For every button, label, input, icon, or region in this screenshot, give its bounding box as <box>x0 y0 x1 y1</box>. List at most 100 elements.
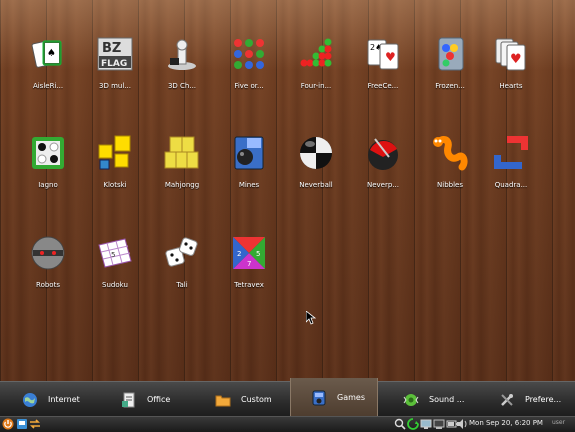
aisleriot-cards-icon: ♠ <box>30 36 66 72</box>
robots-icon <box>30 235 66 271</box>
app-bzflag[interactable]: BZ FLAG 3D mul... <box>81 36 149 102</box>
svg-text:♥: ♥ <box>510 52 522 67</box>
games-icon <box>312 390 326 405</box>
app-label: Four-in... <box>300 82 332 90</box>
file-manager-icon[interactable] <box>16 418 28 430</box>
app-hearts[interactable]: ♥ Hearts <box>477 36 545 102</box>
display-icon[interactable] <box>433 418 445 430</box>
app-label: Five or... <box>234 82 264 90</box>
tab-label: Custom <box>241 395 272 404</box>
app-label: Nibbles <box>437 181 463 189</box>
tab-label: Games <box>337 393 365 402</box>
tab-label: Office <box>147 395 171 404</box>
svg-text:7: 7 <box>247 260 251 268</box>
app-nibbles[interactable]: Nibbles <box>416 135 484 201</box>
neverputt-icon <box>365 135 401 171</box>
mouse-pointer-icon <box>306 311 316 325</box>
app-label: 3D mul... <box>99 82 131 90</box>
chess-piece-icon <box>164 36 200 72</box>
category-tab-bar: Internet Office Custom Games Sound ... P… <box>0 378 575 417</box>
svg-text:FLAG: FLAG <box>101 59 127 69</box>
folder-icon <box>215 395 231 406</box>
frozen-bubble-icon <box>432 36 468 72</box>
sudoku-icon: 5 <box>97 235 133 271</box>
neverball-icon <box>298 135 334 171</box>
tab-custom[interactable]: Custom <box>215 382 272 417</box>
search-icon[interactable] <box>394 418 406 430</box>
globe-icon <box>23 392 37 407</box>
svg-text:♠: ♠ <box>47 48 56 59</box>
tab-label: Internet <box>48 395 80 404</box>
clock[interactable]: Mon Sep 20, 6:20 PM <box>469 419 543 427</box>
app-label: Mahjongg <box>164 181 200 189</box>
network-icon[interactable] <box>420 418 432 430</box>
power-icon[interactable] <box>2 418 14 430</box>
app-label: Neverball <box>299 181 333 189</box>
app-tali[interactable]: Tali <box>148 235 216 301</box>
app-label: Tetravex <box>234 281 264 289</box>
app-label: Sudoku <box>102 281 128 289</box>
app-tetravex[interactable]: 2 57 Tetravex <box>215 235 283 301</box>
app-quadrapassel[interactable]: Quadra... <box>477 135 545 201</box>
mines-icon <box>231 135 267 171</box>
app-five-or-more[interactable]: Five or... <box>215 36 283 102</box>
freecell-cards-icon: 2♠ ♥ <box>365 36 401 72</box>
volume-icon[interactable] <box>456 418 468 430</box>
desktop: ♠ AisleRi... BZ FLAG 3D mul... 3D Ch... F… <box>0 0 575 381</box>
bzflag-icon: BZ FLAG <box>97 36 133 72</box>
app-aisleriot[interactable]: ♠ AisleRi... <box>14 36 82 102</box>
app-neverball[interactable]: Neverball <box>282 135 350 201</box>
tab-office[interactable]: Office <box>121 382 170 417</box>
tab-games[interactable]: Games <box>290 378 378 417</box>
app-sudoku[interactable]: 5 Sudoku <box>81 235 149 301</box>
update-notifier-icon[interactable] <box>407 418 419 430</box>
svg-text:BZ: BZ <box>102 41 121 56</box>
app-label: Neverp... <box>367 181 399 189</box>
app-label: Klotski <box>103 181 127 189</box>
app-klotski[interactable]: Klotski <box>81 135 149 201</box>
app-label: FreeCe... <box>367 82 399 90</box>
app-3d-chess[interactable]: 3D Ch... <box>148 36 216 102</box>
hearts-cards-icon: ♥ <box>493 36 529 72</box>
bottom-panel: Mon Sep 20, 6:20 PM user <box>0 416 575 432</box>
app-four-in-a-row[interactable]: Four-in... <box>282 36 350 102</box>
app-label: Tali <box>176 281 188 289</box>
iagno-icon <box>30 135 66 171</box>
tab-sound[interactable]: Sound ... <box>403 382 464 417</box>
four-in-a-row-icon <box>298 36 334 72</box>
app-label: Frozen... <box>435 82 465 90</box>
app-label: Robots <box>36 281 60 289</box>
svg-text:2: 2 <box>237 250 241 258</box>
switch-windows-icon[interactable] <box>29 418 41 430</box>
app-label: Mines <box>238 181 260 189</box>
office-document-icon <box>122 392 135 407</box>
svg-text:5: 5 <box>111 251 115 259</box>
app-neverputt[interactable]: Neverp... <box>349 135 417 201</box>
svg-text:5: 5 <box>256 250 260 258</box>
klotski-icon <box>97 135 133 171</box>
app-label: AisleRi... <box>32 82 64 90</box>
app-label: Quadra... <box>494 181 528 189</box>
app-robots[interactable]: Robots <box>14 235 82 301</box>
mahjongg-icon <box>164 135 200 171</box>
app-label: Hearts <box>499 82 523 90</box>
tab-label: Sound ... <box>429 395 465 404</box>
five-or-more-icon <box>231 36 267 72</box>
preferences-tools-icon <box>501 393 513 406</box>
app-iagno[interactable]: Iagno <box>14 135 82 201</box>
app-freecell[interactable]: 2♠ ♥ FreeCe... <box>349 36 417 102</box>
app-mines[interactable]: Mines <box>215 135 283 201</box>
user-name[interactable]: user <box>552 419 565 426</box>
app-label: 3D Ch... <box>167 82 197 90</box>
tab-label: Prefere... <box>525 395 562 404</box>
app-mahjongg[interactable]: Mahjongg <box>148 135 216 201</box>
svg-text:♥: ♥ <box>385 50 396 64</box>
nibbles-worm-icon <box>432 135 468 171</box>
tab-preferences[interactable]: Prefere... <box>499 382 561 417</box>
quadrapassel-icon <box>493 135 529 171</box>
app-frozen-bubble[interactable]: Frozen... <box>416 36 484 102</box>
tetravex-icon: 2 57 <box>231 235 267 271</box>
tali-dice-icon <box>164 235 200 271</box>
sound-icon <box>403 393 419 406</box>
tab-internet[interactable]: Internet <box>22 382 80 417</box>
